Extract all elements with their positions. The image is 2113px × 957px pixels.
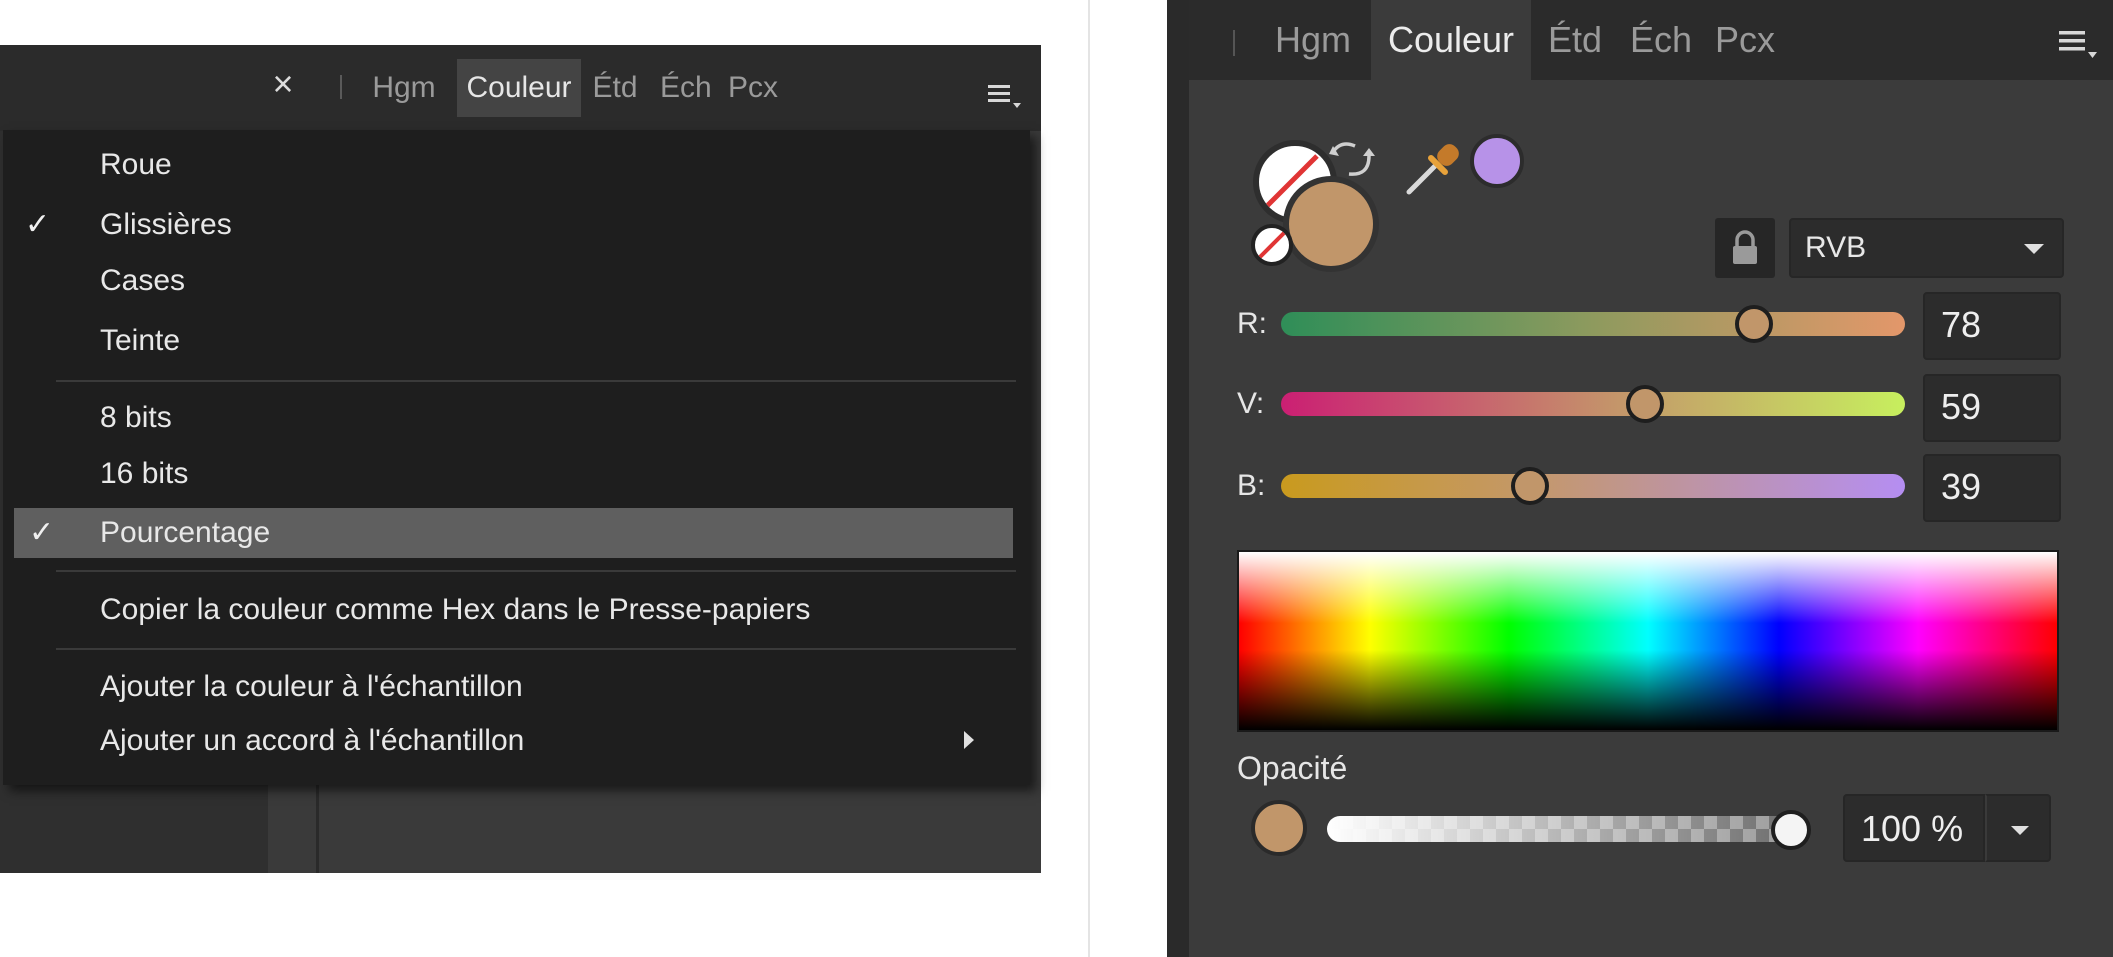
- right-panel-tab-bar: Hgm Couleur Étd Éch Pcx: [1189, 0, 2113, 80]
- tab-swatches-studio[interactable]: Étd: [590, 59, 640, 117]
- tab-swatches[interactable]: Éch: [660, 59, 712, 117]
- opacity-color-swatch: [1251, 800, 1307, 856]
- opacity-slider-thumb[interactable]: [1771, 810, 1811, 850]
- no-color-slash-icon: [1257, 230, 1287, 260]
- menu-item-copy-hex[interactable]: Copier la couleur comme Hex dans le Pres…: [3, 585, 1030, 635]
- submenu-arrow-icon: [964, 731, 974, 749]
- tab-divider: [340, 75, 342, 99]
- value-field-r[interactable]: 78: [1923, 292, 2061, 360]
- tab-color[interactable]: Couleur: [1371, 0, 1531, 80]
- menu-item-label: Cases: [100, 264, 186, 297]
- opacity-value: 100 %: [1861, 808, 1964, 849]
- fill-color-swatch[interactable]: [1283, 176, 1379, 272]
- tab-divider: [1233, 30, 1235, 56]
- opacity-slider-track[interactable]: [1327, 816, 1805, 842]
- menu-separator: [56, 380, 1016, 382]
- slider-label-v: V:: [1237, 387, 1265, 420]
- tab-swatches-studio[interactable]: Étd: [1539, 0, 1611, 80]
- tab-histogram[interactable]: Hgm: [1265, 0, 1361, 80]
- menu-item-add-color-to-swatch[interactable]: Ajouter la couleur à l'échantillon: [3, 662, 1030, 712]
- swap-colors-icon[interactable]: [1325, 136, 1379, 182]
- slider-track-r[interactable]: [1281, 312, 1905, 336]
- lock-icon: [1733, 230, 1757, 264]
- chevron-down-icon: [2011, 826, 2029, 835]
- menu-item-wheel[interactable]: Roue: [3, 140, 1030, 190]
- panel-menu-icon[interactable]: [2059, 28, 2099, 60]
- menu-item-label: Teinte: [100, 324, 181, 357]
- slider-label-r: R:: [1237, 307, 1267, 340]
- menu-item-label: Roue: [100, 148, 172, 181]
- menu-item-label: 16 bits: [100, 457, 189, 490]
- color-model-select[interactable]: RVB: [1789, 218, 2064, 278]
- tab-histogram[interactable]: Hgm: [368, 59, 440, 117]
- menu-item-label: Copier la couleur comme Hex dans le Pres…: [100, 593, 811, 626]
- menu-item-label: Glissières: [100, 208, 232, 241]
- checkmark-icon: ✓: [29, 516, 55, 549]
- menu-item-16-bits[interactable]: 16 bits: [3, 449, 1030, 499]
- slider-track-v[interactable]: [1281, 392, 1905, 416]
- slider-thumb-v[interactable]: [1625, 385, 1664, 423]
- color-spectrum[interactable]: [1237, 550, 2059, 732]
- image-divider: [1088, 0, 1090, 957]
- menu-item-add-harmony-to-swatch[interactable]: Ajouter un accord à l'échantillon: [3, 716, 1030, 766]
- lock-button[interactable]: [1715, 218, 1775, 278]
- value-b: 39: [1941, 466, 1982, 507]
- slider-thumb-b[interactable]: [1510, 467, 1549, 505]
- menu-item-boxes[interactable]: Cases: [3, 256, 1030, 306]
- menu-item-label: 8 bits: [100, 401, 172, 434]
- menu-separator: [56, 570, 1016, 572]
- value-field-v[interactable]: 59: [1923, 374, 2061, 442]
- value-r: 78: [1941, 304, 1982, 345]
- no-color-swatch[interactable]: [1251, 224, 1293, 266]
- value-field-b[interactable]: 39: [1923, 454, 2061, 522]
- picked-color-swatch[interactable]: [1470, 134, 1524, 188]
- menu-item-8-bits[interactable]: 8 bits: [3, 393, 1030, 443]
- color-model-value: RVB: [1805, 231, 1867, 264]
- left-panel-tab-bar: × Hgm Couleur Étd Éch Pcx: [0, 45, 1041, 131]
- right-color-panel: Hgm Couleur Étd Éch Pcx RVB R: 78 V: 59 …: [1167, 0, 2113, 957]
- menu-item-label: Pourcentage: [100, 516, 271, 549]
- slider-track-b[interactable]: [1281, 474, 1905, 498]
- tab-brushes[interactable]: Pcx: [728, 59, 778, 117]
- panel-context-menu: Roue ✓ Glissières Cases Teinte 8 bits 16…: [3, 130, 1030, 785]
- value-v: 59: [1941, 386, 1982, 427]
- opacity-label: Opacité: [1237, 750, 1348, 786]
- chevron-down-icon: [2024, 244, 2044, 254]
- menu-item-tint[interactable]: Teinte: [3, 316, 1030, 366]
- tab-swatches[interactable]: Éch: [1625, 0, 1697, 80]
- panel-menu-icon[interactable]: [988, 81, 1022, 111]
- close-icon[interactable]: ×: [262, 63, 304, 105]
- eyedropper-icon[interactable]: [1401, 136, 1465, 200]
- menu-item-label: Ajouter la couleur à l'échantillon: [100, 670, 523, 703]
- panel-edge: [1167, 0, 1189, 957]
- menu-item-percentage[interactable]: ✓ Pourcentage: [14, 508, 1013, 558]
- opacity-dropdown-button[interactable]: [1985, 794, 2051, 862]
- slider-thumb-r[interactable]: [1735, 305, 1774, 343]
- menu-item-label: Ajouter un accord à l'échantillon: [100, 724, 525, 757]
- opacity-value-field[interactable]: 100 %: [1843, 794, 1985, 862]
- menu-item-sliders[interactable]: ✓ Glissières: [3, 200, 1030, 250]
- slider-label-b: B:: [1237, 469, 1266, 502]
- menu-separator: [56, 648, 1016, 650]
- checkmark-icon: ✓: [25, 208, 51, 241]
- tab-brushes[interactable]: Pcx: [1709, 0, 1781, 80]
- tab-color[interactable]: Couleur: [457, 59, 581, 117]
